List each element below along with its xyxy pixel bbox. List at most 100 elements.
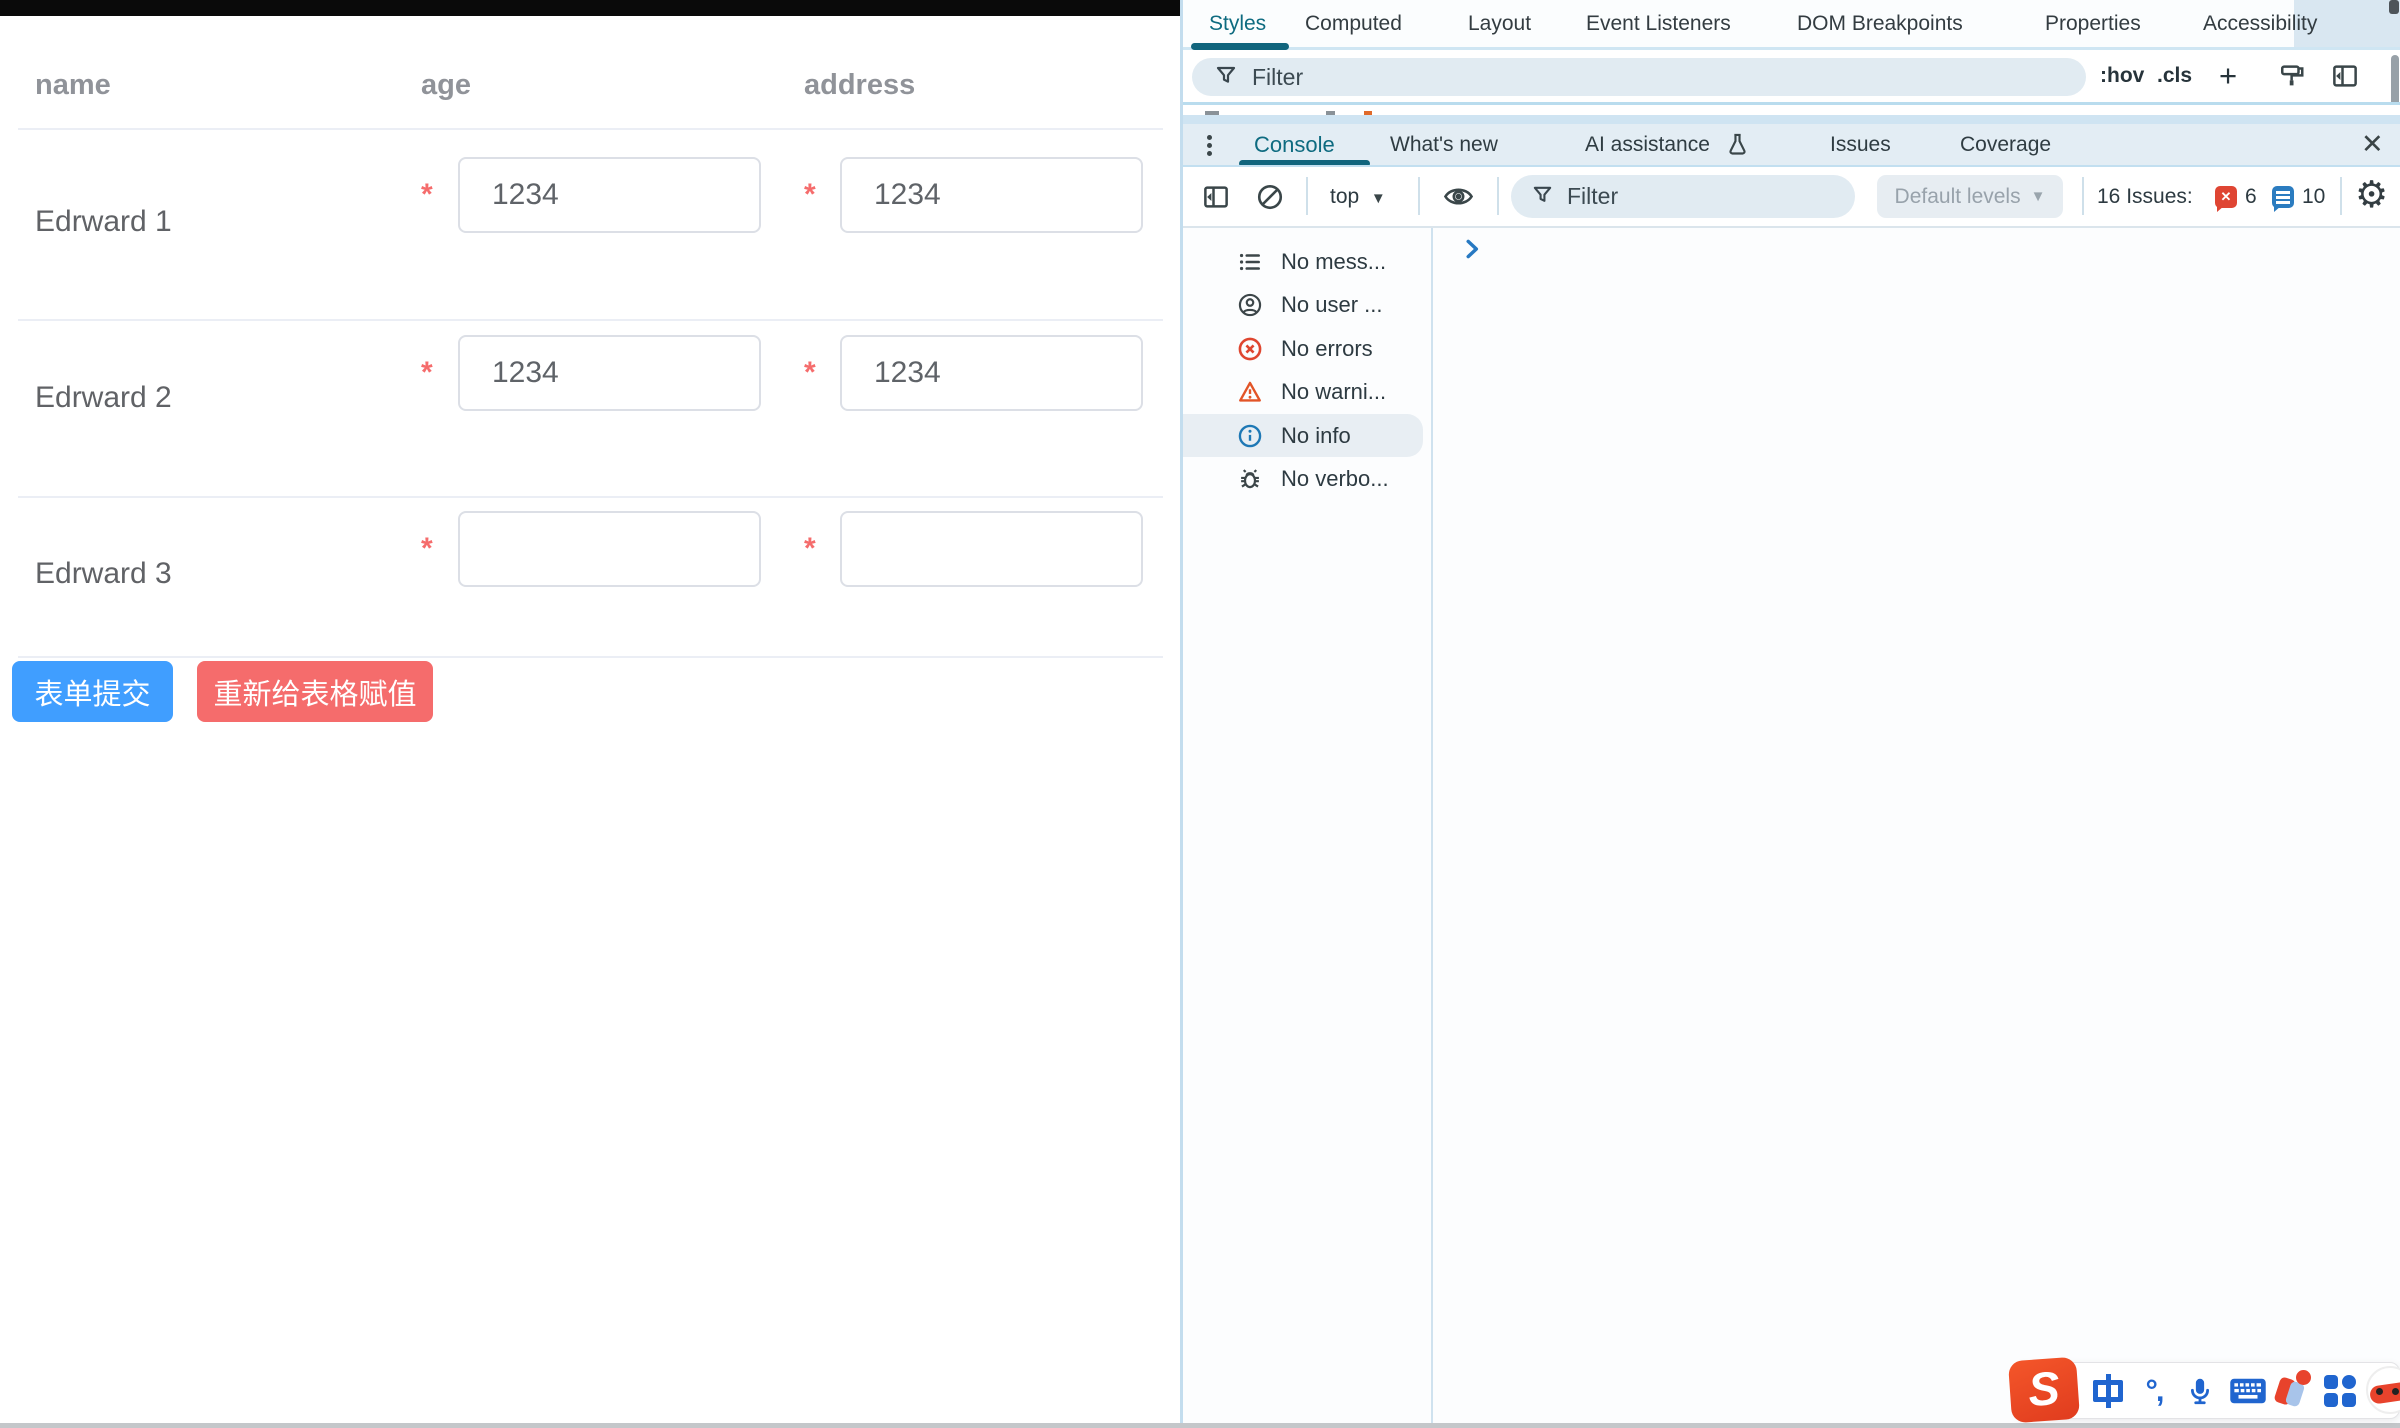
- row-divider: [18, 319, 1163, 321]
- required-asterisk: *: [421, 356, 441, 390]
- console-settings-gear-icon[interactable]: ⚙: [2355, 167, 2388, 226]
- console-body: No mess... No user ... No errors No warn…: [1183, 228, 2400, 1424]
- console-toolbar: top ▼ Filter Default levels▼ 16 Issues: …: [1183, 167, 2400, 226]
- console-filter-placeholder: Filter: [1567, 183, 1618, 210]
- screen: name age address Edrward 1 * * Edrward 2…: [0, 0, 2400, 1428]
- warning-icon: [1237, 379, 1263, 405]
- toolbar-separator: [1418, 177, 1420, 215]
- assign-table-button[interactable]: 重新给表格赋值: [197, 661, 433, 722]
- tab-whats-new[interactable]: What's new: [1390, 124, 1498, 165]
- issue-error-count: 6: [2245, 167, 2257, 226]
- tab-issues[interactable]: Issues: [1830, 124, 1891, 165]
- issue-error-badge-icon: [2215, 186, 2237, 208]
- required-asterisk: *: [421, 178, 441, 212]
- age-input-row2[interactable]: [458, 335, 761, 411]
- sogou-logo-icon[interactable]: S: [2008, 1357, 2080, 1424]
- address-input-row2[interactable]: [840, 335, 1143, 411]
- styles-filter-placeholder: Filter: [1252, 64, 1303, 91]
- chevron-down-icon: ▼: [1371, 190, 1386, 207]
- issue-warning-badge-icon: [2272, 186, 2294, 208]
- sidebar-item-info[interactable]: No info: [1183, 414, 1423, 457]
- tab-ai-assistance[interactable]: AI assistance: [1585, 124, 1710, 165]
- tab-console[interactable]: Console: [1254, 124, 1335, 165]
- sidebar-item-verbose[interactable]: No verbo...: [1183, 457, 1423, 500]
- flask-icon: [1724, 131, 1751, 163]
- tab-accessibility[interactable]: Accessibility: [2203, 0, 2317, 47]
- column-header-age: age: [421, 66, 471, 104]
- context-selector[interactable]: top ▼: [1330, 167, 1386, 226]
- age-input-row3[interactable]: [458, 511, 761, 587]
- list-icon: [1237, 249, 1263, 275]
- clipped-style-rule: [1183, 105, 2400, 115]
- submit-form-button[interactable]: 表单提交: [12, 661, 173, 722]
- sidebar-item-warnings[interactable]: No warni...: [1183, 370, 1423, 413]
- scrollbar-top-blob[interactable]: [2389, 0, 2399, 14]
- live-expression-eye-icon[interactable]: [1441, 180, 1476, 218]
- tab-layout[interactable]: Layout: [1468, 0, 1531, 47]
- required-asterisk: *: [804, 178, 824, 212]
- clear-console-icon[interactable]: [1255, 182, 1285, 217]
- page-pane: name age address Edrward 1 * * Edrward 2…: [0, 0, 1180, 1428]
- required-asterisk: *: [804, 356, 824, 390]
- skin-icon[interactable]: [2272, 1371, 2312, 1411]
- styles-filter-input[interactable]: Filter: [1192, 58, 2086, 96]
- page-top-black-bar: [0, 0, 1180, 16]
- chevron-down-icon: ▼: [2031, 188, 2046, 205]
- row-name-label: Edrward 3: [35, 554, 172, 594]
- issue-warning-count: 10: [2302, 167, 2325, 226]
- age-input-row1[interactable]: [458, 157, 761, 233]
- elements-sidebar-tabbar: Styles Computed Layout Event Listeners D…: [1183, 0, 2400, 50]
- row-name-label: Edrward 2: [35, 378, 172, 418]
- header-divider: [18, 128, 1163, 130]
- tab-dom-breakpoints[interactable]: DOM Breakpoints: [1797, 0, 1963, 47]
- table-bottom-divider: [18, 656, 1163, 658]
- devtools-panel: Styles Computed Layout Event Listeners D…: [1183, 0, 2400, 1428]
- info-icon: [1237, 423, 1263, 449]
- toolbar-separator: [2082, 177, 2084, 215]
- tab-event-listeners[interactable]: Event Listeners: [1586, 0, 1731, 47]
- tab-computed[interactable]: Computed: [1305, 0, 1402, 47]
- element-state-button[interactable]: :hov: [2100, 50, 2144, 102]
- toggle-sidebar-icon[interactable]: [2330, 61, 2360, 96]
- soft-keyboard-icon[interactable]: [2226, 1371, 2270, 1411]
- chinese-mode-icon[interactable]: [2088, 1371, 2128, 1411]
- row-name-label: Edrward 1: [35, 202, 172, 242]
- close-drawer-icon[interactable]: ✕: [2361, 124, 2384, 165]
- punctuation-icon[interactable]: °,: [2134, 1371, 2174, 1411]
- sidebar-item-messages[interactable]: No mess...: [1183, 240, 1423, 283]
- new-style-rule-button[interactable]: +: [2219, 50, 2237, 102]
- toolbar-separator: [1497, 177, 1499, 215]
- row-divider: [18, 496, 1163, 498]
- tab-styles[interactable]: Styles: [1209, 0, 1266, 47]
- console-filter-input[interactable]: Filter: [1511, 175, 1855, 218]
- tab-coverage[interactable]: Coverage: [1960, 124, 2051, 165]
- add-class-button[interactable]: .cls: [2157, 50, 2192, 102]
- console-prompt-chevron-icon[interactable]: [1459, 236, 1485, 267]
- address-input-row1[interactable]: [840, 157, 1143, 233]
- column-header-name: name: [35, 66, 111, 104]
- brush-icon[interactable]: [2276, 61, 2306, 96]
- error-icon: [1237, 336, 1263, 362]
- user-icon: [1237, 292, 1263, 318]
- tab-properties[interactable]: Properties: [2045, 0, 2141, 47]
- toolbar-separator: [2340, 177, 2342, 215]
- column-header-address: address: [804, 66, 915, 104]
- sidebar-item-errors[interactable]: No errors: [1183, 327, 1423, 370]
- drawer-menu-icon[interactable]: [1205, 132, 1213, 160]
- toolbox-grid-icon[interactable]: [2320, 1371, 2360, 1411]
- issues-count-label[interactable]: 16 Issues:: [2097, 167, 2193, 226]
- microphone-icon[interactable]: [2180, 1371, 2220, 1411]
- funnel-icon: [1531, 183, 1554, 211]
- required-asterisk: *: [421, 532, 441, 566]
- styles-filter-row: Filter :hov .cls +: [1183, 50, 2400, 102]
- log-levels-dropdown[interactable]: Default levels▼: [1877, 175, 2063, 218]
- address-input-row3[interactable]: [840, 511, 1143, 587]
- console-sidebar-toggle-icon[interactable]: [1201, 182, 1231, 217]
- window-bottom-edge: [0, 1423, 2400, 1428]
- console-sidebar-divider[interactable]: [1431, 228, 1433, 1424]
- verbose-bug-icon: [1237, 466, 1263, 492]
- required-asterisk: *: [804, 532, 824, 566]
- sidebar-item-user-messages[interactable]: No user ...: [1183, 283, 1423, 326]
- drawer-resize-handle[interactable]: [1183, 115, 2400, 124]
- funnel-icon: [1214, 63, 1238, 92]
